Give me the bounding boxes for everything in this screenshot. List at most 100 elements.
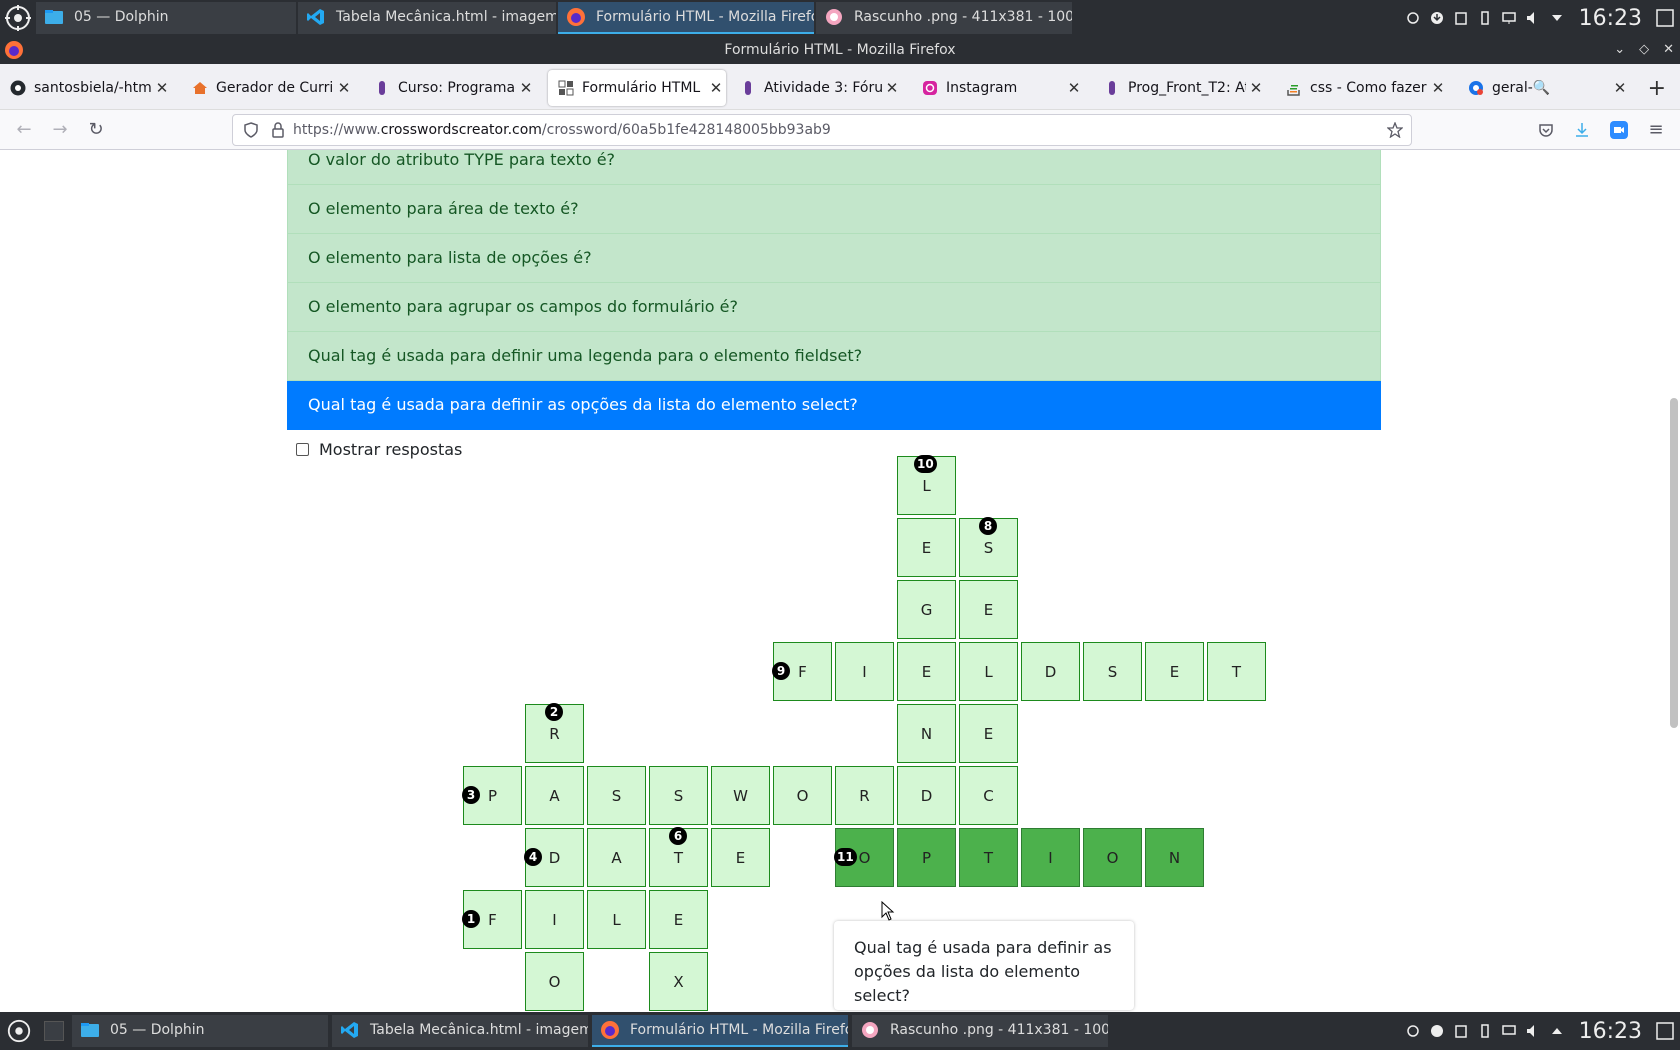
close-tab-icon[interactable]: ✕ [706,79,726,97]
task-rascunho[interactable]: Rascunho .png - 411x381 - 100% ... [852,1015,1108,1047]
pocket-icon[interactable] [1538,122,1554,138]
reload-icon[interactable]: ↻ [84,118,108,142]
browser-tab-active[interactable]: Formulário HTML ✕ [548,70,726,106]
crossword-cell[interactable]: G [897,580,956,639]
downloads-icon[interactable] [1574,122,1590,138]
shield-icon[interactable] [243,122,259,138]
crossword-cell[interactable]: E [959,580,1018,639]
crossword-cell[interactable]: X [649,952,708,1011]
close-tab-icon[interactable]: ✕ [1246,79,1266,97]
activity-icon[interactable] [1406,11,1420,25]
activity-icon[interactable] [1406,1024,1420,1038]
browser-tab[interactable]: geral-🔍 ✕ [1458,70,1630,106]
bookmark-star-icon[interactable] [1387,122,1403,138]
usb-device-icon[interactable] [1478,1024,1492,1038]
close-tab-icon[interactable]: ✕ [516,79,536,97]
maximize-icon[interactable]: ◇ [1639,36,1649,64]
clue-number-badge: 1 [462,910,480,928]
close-tab-icon[interactable]: ✕ [1064,79,1084,97]
volume-icon[interactable] [1526,11,1540,25]
clock[interactable]: 16:23 [1579,1019,1642,1044]
application-launcher-icon[interactable] [4,4,32,32]
crossword-cell[interactable]: E [959,704,1018,763]
cell-letter: G [920,600,933,619]
crossword-cell[interactable]: N [897,704,956,763]
url-bar[interactable]: https://www. crosswordscreator.com/crossw… [232,114,1412,146]
crossword-cell[interactable]: E [649,890,708,949]
task-firefox[interactable]: Formulário HTML - Mozilla Firefox [592,1015,848,1047]
crossword-cell[interactable]: L [587,890,646,949]
crossword-cell[interactable]: E [1145,642,1204,701]
crossword-cell[interactable]: E [711,828,770,887]
crossword-cell[interactable]: D [897,766,956,825]
update-icon[interactable] [1430,1024,1444,1038]
browser-tab[interactable]: Prog_Front_T2: Ativi ✕ [1094,70,1266,106]
crossword-cell[interactable]: A [587,828,646,887]
show-desktop-icon[interactable] [1655,8,1675,28]
menu-icon[interactable]: ≡ [1644,118,1668,142]
crossword-cell[interactable]: T [959,828,1018,887]
crossword-cell[interactable]: I [1021,828,1080,887]
crossword-cell[interactable]: D [1021,642,1080,701]
crossword-cell[interactable]: A [525,766,584,825]
usb-device-icon[interactable] [1478,11,1492,25]
crossword-cell[interactable]: R [835,766,894,825]
crossword-cell[interactable]: I [525,890,584,949]
crossword-cell[interactable]: W [711,766,770,825]
task-vscode[interactable]: Tabela Mecânica.html - imagem g... [298,2,556,34]
clipboard-icon[interactable] [1454,1024,1468,1038]
cell-letter: N [920,724,933,743]
task-dolphin[interactable]: 05 — Dolphin [36,2,296,34]
cell-letter: I [1048,848,1053,867]
tray-expand-icon[interactable] [1550,1024,1564,1038]
crossword-cell[interactable]: I [835,642,894,701]
crossword-cell[interactable]: S [1083,642,1142,701]
task-dolphin[interactable]: 05 — Dolphin [72,1015,328,1047]
lock-icon[interactable] [271,122,285,138]
zoom-extension-icon[interactable] [1610,121,1628,139]
close-tab-icon[interactable]: ✕ [334,79,354,97]
page-scrollbar[interactable] [1670,398,1678,728]
crossword-cell[interactable]: N [1145,828,1204,887]
crossword-cell[interactable]: E [897,518,956,577]
clock[interactable]: 16:23 [1579,6,1642,31]
close-tab-icon[interactable]: ✕ [152,79,172,97]
clipboard-icon[interactable] [1454,11,1468,25]
crossword-cell[interactable]: O [1083,828,1142,887]
close-tab-icon[interactable]: ✕ [1428,79,1448,97]
browser-tab[interactable]: Gerador de Curricul ✕ [182,70,354,106]
home-icon [192,80,208,96]
crossword-cell[interactable]: T [1207,642,1266,701]
back-icon[interactable]: ← [12,118,36,142]
crossword-cell[interactable]: O [773,766,832,825]
close-tab-icon[interactable]: ✕ [1610,79,1630,97]
crossword-cell[interactable]: S [649,766,708,825]
show-desktop-icon[interactable] [1655,1021,1675,1041]
browser-tab[interactable]: Curso: Programação ✕ [364,70,536,106]
browser-tab[interactable]: Atividade 3: Fórum ✕ [730,70,902,106]
crossword-cell[interactable]: C [959,766,1018,825]
browser-tab[interactable]: css - Como fazer a t ✕ [1276,70,1448,106]
new-tab-icon[interactable]: + [1648,76,1666,101]
close-icon[interactable]: ✕ [1663,36,1674,64]
crossword-cell[interactable]: S [587,766,646,825]
volume-icon[interactable] [1526,1024,1540,1038]
crossword-cell[interactable]: O [525,952,584,1011]
close-tab-icon[interactable]: ✕ [882,79,902,97]
tray-expand-icon[interactable] [1550,11,1564,25]
display-icon[interactable] [1501,11,1516,25]
display-icon[interactable] [1501,1024,1516,1038]
minimize-icon[interactable]: ⌄ [1614,36,1625,64]
browser-tab[interactable]: santosbiela/-html-a ✕ [0,70,172,106]
crossword-cell[interactable]: E [897,642,956,701]
update-icon[interactable] [1430,11,1444,25]
browser-tab[interactable]: Instagram ✕ [912,70,1084,106]
task-vscode[interactable]: Tabela Mecânica.html - imagem g... [332,1015,588,1047]
terminal-icon[interactable] [44,1021,64,1041]
crossword-cell[interactable]: L [959,642,1018,701]
crossword-cell[interactable]: P [897,828,956,887]
forward-icon[interactable]: → [48,118,72,142]
task-rascunho[interactable]: Rascunho .png - 411x381 - 100% ... [816,2,1072,34]
task-firefox[interactable]: Formulário HTML - Mozilla Firefox [558,2,814,34]
application-launcher-icon[interactable] [6,1018,32,1044]
